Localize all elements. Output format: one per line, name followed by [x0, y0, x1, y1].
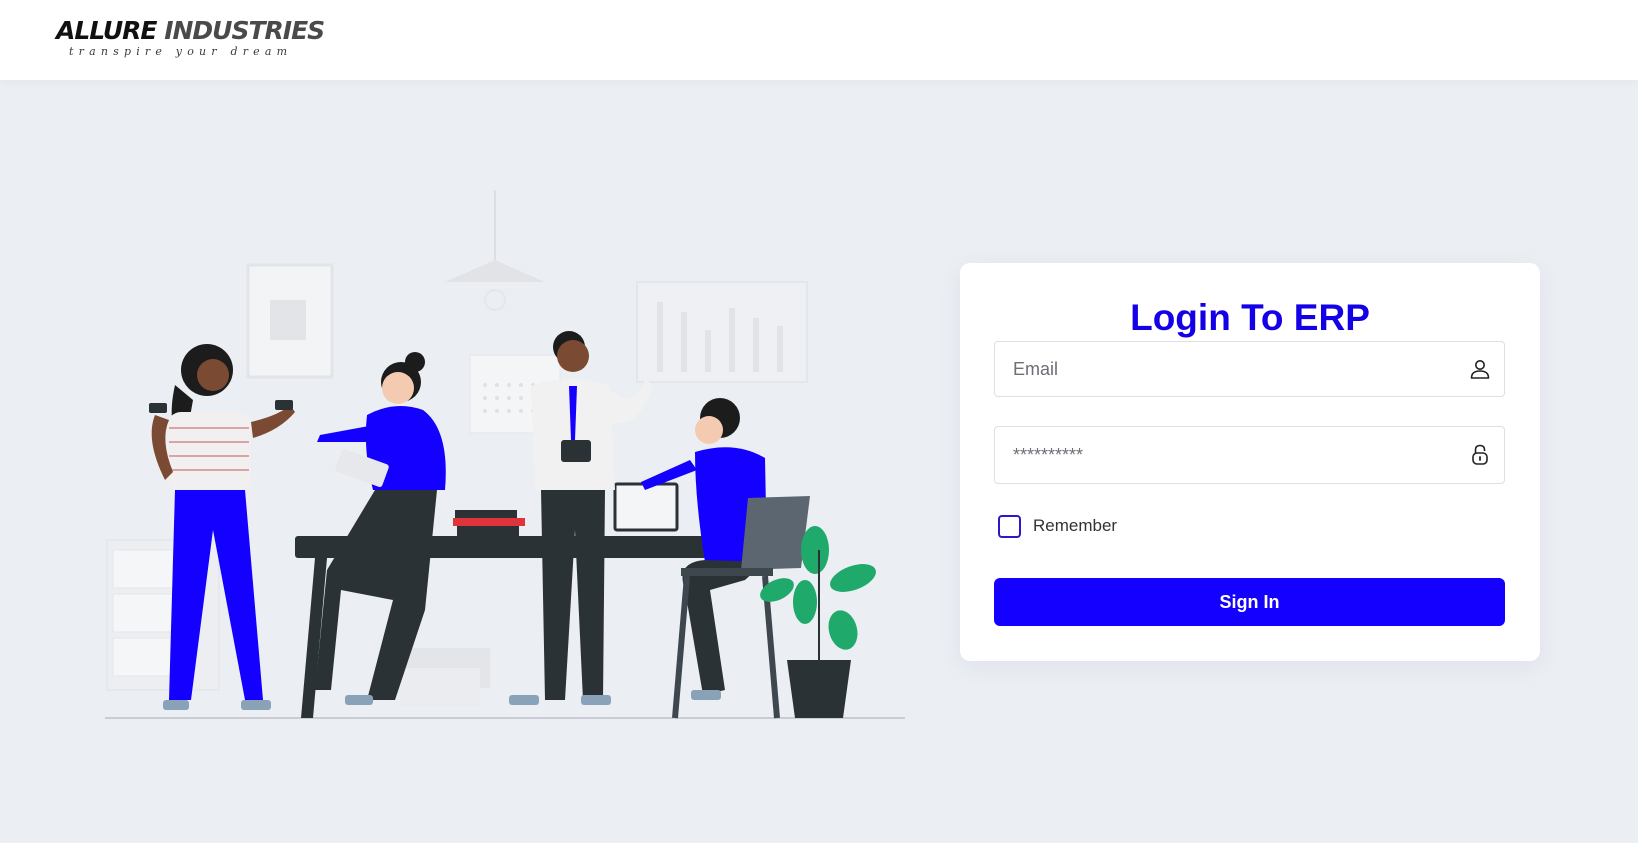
remember-option[interactable]: Remember — [998, 514, 1117, 538]
login-card: Login To ERP Remember Sign In — [960, 263, 1540, 661]
sign-in-button[interactable]: Sign In — [994, 578, 1505, 626]
password-field[interactable] — [994, 426, 1505, 484]
logo-brand: ALLURE INDUSTRIES — [56, 16, 325, 46]
team-meeting-illustration — [105, 190, 920, 730]
logo-tagline: transpire your dream — [69, 45, 293, 58]
remember-checkbox[interactable] — [998, 514, 1021, 538]
cabinet-drawer — [112, 549, 174, 589]
logo-brand-part1: ALLURE — [56, 16, 157, 45]
cabinet-drawer — [112, 637, 174, 677]
logo-brand-part2: INDUSTRIES — [164, 16, 325, 45]
email-field[interactable] — [994, 341, 1505, 397]
lamp-bulb — [484, 289, 506, 311]
book — [457, 526, 519, 536]
login-title: Login To ERP — [1130, 297, 1370, 338]
top-bar: ALLURE INDUSTRIES transpire your dream — [0, 0, 1638, 80]
storage-box — [400, 668, 480, 706]
person-woman-left — [149, 344, 295, 710]
book — [455, 510, 517, 518]
lamp-shade — [445, 260, 545, 282]
company-logo[interactable]: ALLURE INDUSTRIES transpire your dream — [56, 16, 325, 62]
password-input[interactable] — [995, 427, 1504, 483]
laptop — [613, 482, 679, 532]
cabinet-drawer — [112, 593, 174, 633]
email-input[interactable] — [995, 342, 1504, 396]
frame-art — [270, 300, 306, 340]
illustration-graphic — [105, 190, 905, 719]
remember-label: Remember — [1033, 516, 1118, 535]
lock-icon — [1472, 444, 1488, 465]
book — [453, 518, 525, 526]
user-icon — [1470, 360, 1490, 379]
